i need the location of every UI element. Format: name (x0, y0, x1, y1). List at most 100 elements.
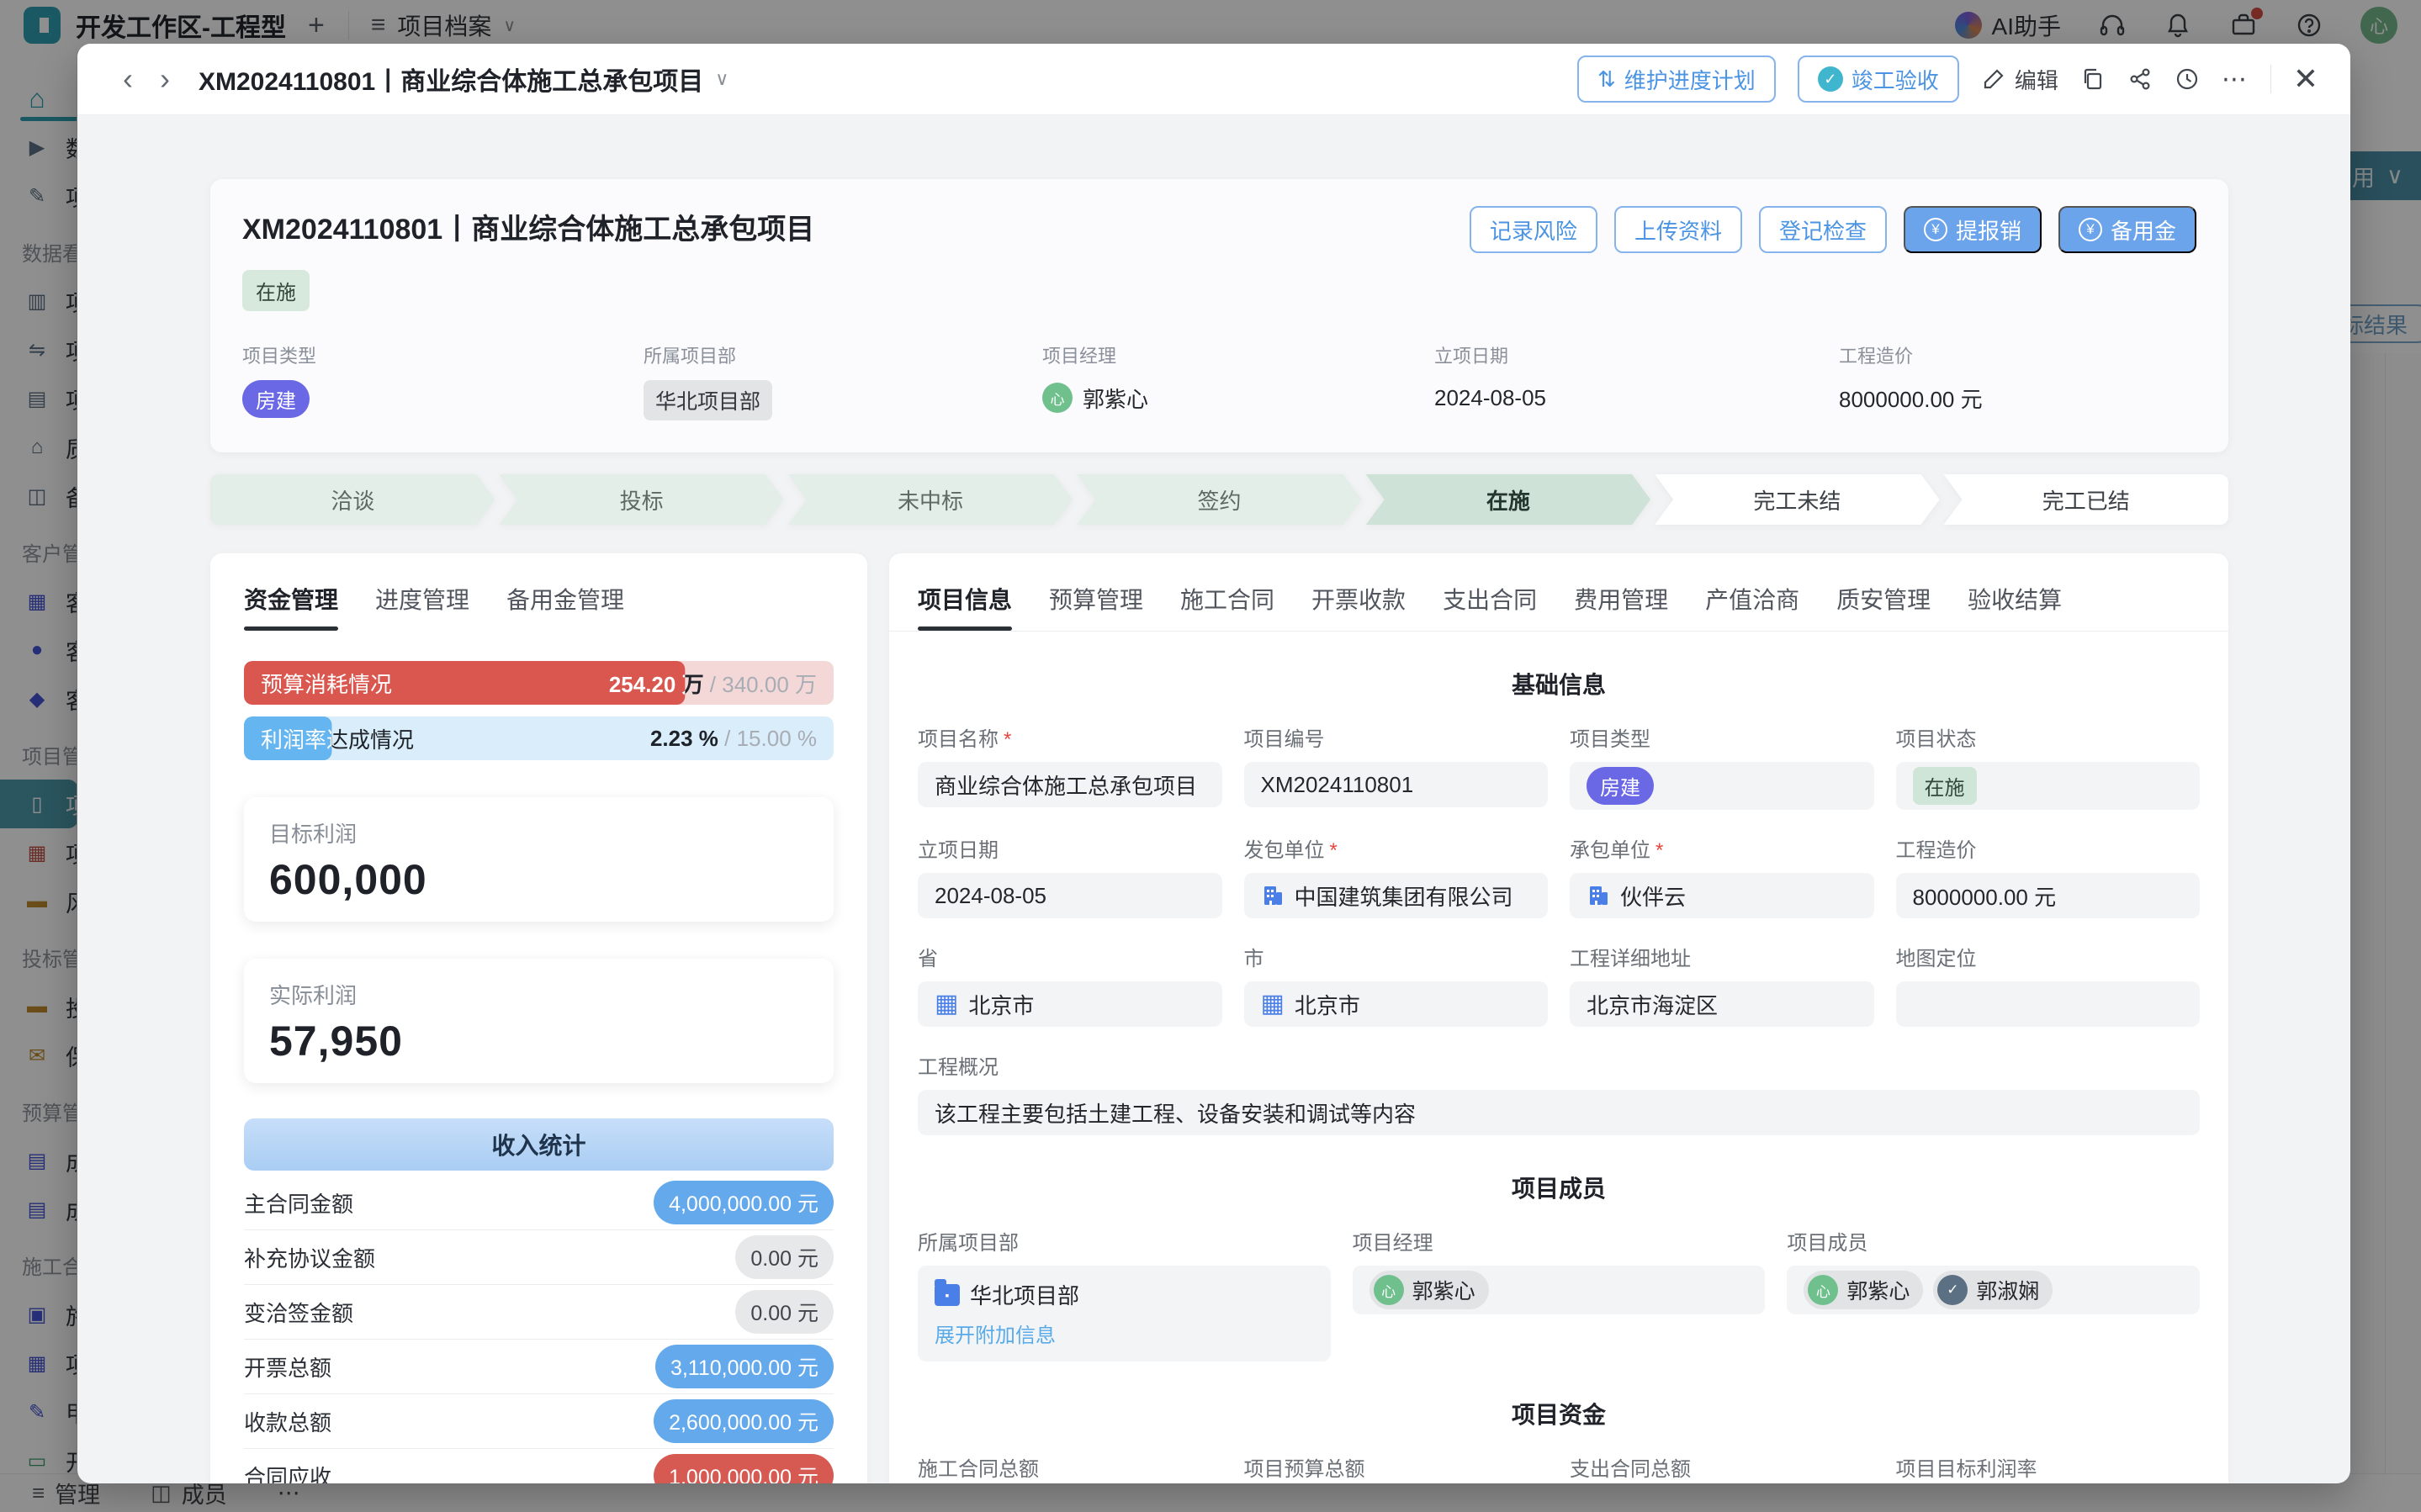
income-label: 收款总额 (244, 1406, 331, 1437)
income-value-badge: 3,110,000.00 元 (655, 1345, 834, 1388)
actual-profit-card: 实际利润 57,950 (244, 959, 834, 1083)
field-立项日期: 立项日期 2024-08-05 (918, 833, 1222, 918)
stage-4[interactable]: 签约 (1077, 474, 1361, 525)
more-actions-button[interactable]: ⋯ (2222, 65, 2249, 94)
stage-2[interactable]: 投标 (499, 474, 783, 525)
copy-button[interactable] (2080, 66, 2106, 92)
section-title-members: 项目成员 (918, 1171, 2200, 1204)
field-项目类型: 项目类型房建 (1570, 722, 1874, 810)
tab-备用金管理[interactable]: 备用金管理 (506, 582, 624, 631)
summary-field: 立项日期 2024-08-05 (1434, 341, 1839, 420)
field-input[interactable]: 伙伴云 (1570, 873, 1874, 918)
header-divider (2270, 65, 2271, 93)
field-input[interactable]: ▦北京市 (1244, 981, 1549, 1027)
next-record-button[interactable]: › (146, 61, 183, 97)
field-label: 立项日期 (1434, 341, 1839, 368)
income-value-badge: 4,000,000.00 元 (654, 1181, 834, 1224)
tab-费用管理[interactable]: 费用管理 (1574, 582, 1668, 631)
department-input[interactable]: 华北项目部 展开附加信息 (918, 1266, 1331, 1361)
field-input[interactable]: 2024-08-05 (918, 873, 1222, 918)
field-项目状态: 项目状态在施 (1896, 722, 2201, 810)
field-label: 支出合同总额 (1570, 1452, 1874, 1482)
income-statistics-button[interactable]: 收入统计 (244, 1118, 834, 1171)
button-label: 备用金 (2111, 214, 2176, 246)
field-input[interactable]: ▦北京市 (918, 981, 1222, 1027)
history-button[interactable] (2175, 66, 2200, 92)
prev-record-button[interactable]: ‹ (109, 61, 146, 97)
income-row: 变洽签金额0.00 元 (244, 1285, 834, 1340)
field-input[interactable]: XM2024110801 (1244, 762, 1549, 807)
share-button[interactable] (2127, 66, 2153, 92)
required-asterisk: * (1655, 839, 1663, 862)
edit-button[interactable]: 编辑 (1981, 64, 2058, 95)
maintain-schedule-button[interactable]: ⇅ 维护进度计划 (1577, 56, 1776, 103)
stage-pipeline: 洽谈投标未中标签约在施完工未结完工已结 (210, 474, 2228, 525)
tab-施工合同[interactable]: 施工合同 (1180, 582, 1274, 631)
tab-开票收款[interactable]: 开票收款 (1311, 582, 1406, 631)
project-title: XM2024110801丨商业综合体施工总承包项目 (242, 206, 814, 247)
tab-项目信息[interactable]: 项目信息 (918, 582, 1012, 631)
summary-field: 项目经理心郭紫心 (1042, 341, 1434, 420)
card-primary-button[interactable]: ¥提报销 (1904, 206, 2042, 253)
field-input[interactable] (1896, 981, 2201, 1027)
button-label: 上传资料 (1634, 214, 1722, 246)
person-name: 郭紫心 (1083, 383, 1148, 414)
close-icon[interactable]: ✕ (2293, 61, 2318, 97)
stage-1[interactable]: 洽谈 (210, 474, 495, 525)
field-input[interactable]: 商业综合体施工总承包项目 (918, 762, 1222, 807)
chevron-down-icon[interactable]: ∨ (715, 68, 728, 90)
card-action-button[interactable]: 上传资料 (1614, 206, 1742, 253)
budget-consumption-bar: 预算消耗情况 254.20 万 / 340.00 万 预算消耗情况 254.20… (244, 661, 834, 705)
copy-icon (2080, 66, 2106, 92)
field-承包单位: 承包单位*伙伴云 (1570, 833, 1874, 918)
field-input[interactable]: 8000000.00 元 (1896, 873, 2201, 918)
target-profit-card: 目标利润 600,000 (244, 797, 834, 922)
stage-7[interactable]: 完工已结 (1944, 474, 2228, 525)
finance-panel: 资金管理进度管理备用金管理 预算消耗情况 254.20 万 / 340.00 万… (210, 553, 867, 1483)
completion-acceptance-button[interactable]: ✓ 竣工验收 (1798, 56, 1959, 103)
income-row: 合同应收1,000,000.00 元 (244, 1449, 834, 1483)
card-action-button[interactable]: 登记检查 (1759, 206, 1887, 253)
field-text: 伙伴云 (1620, 880, 1686, 912)
field-input[interactable]: 在施 (1896, 762, 2201, 810)
fund-field: 项目目标利润率15.00% (1896, 1452, 2201, 1483)
income-row: 补充协议金额0.00 元 (244, 1230, 834, 1285)
button-label: 提报销 (1956, 214, 2021, 246)
building-icon (1587, 884, 1610, 907)
field-input[interactable]: 房建 (1570, 762, 1874, 810)
field-input[interactable]: 中国建筑集团有限公司 (1244, 873, 1549, 918)
manager-input[interactable]: 心 郭紫心 (1353, 1266, 1766, 1314)
member-pill: 心郭紫心 (1804, 1271, 1923, 1309)
tab-支出合同[interactable]: 支出合同 (1443, 582, 1537, 631)
tab-产值洽商[interactable]: 产值洽商 (1705, 582, 1799, 631)
field-市: 市▦北京市 (1244, 942, 1549, 1027)
avatar: 心 (1042, 383, 1073, 413)
field-value: 8000000.00 元 (1839, 380, 2196, 415)
button-label: 登记检查 (1779, 214, 1867, 246)
section-title-funds: 项目资金 (918, 1397, 2200, 1430)
field-label: 施工合同总额 (918, 1452, 1222, 1482)
avatar: 心 (1808, 1275, 1838, 1305)
card-action-button[interactable]: 记录风险 (1470, 206, 1597, 253)
modal-title: XM2024110801丨商业综合体施工总承包项目 (199, 61, 703, 98)
tab-质安管理[interactable]: 质安管理 (1836, 582, 1931, 631)
project-info-panel: 项目信息预算管理施工合同开票收款支出合同费用管理产值洽商质安管理验收结算 基础信… (889, 553, 2228, 1483)
field-label: 立项日期 (918, 833, 1222, 863)
field-发包单位: 发包单位*中国建筑集团有限公司 (1244, 833, 1549, 918)
type-badge: 房建 (1587, 767, 1654, 805)
tab-验收结算[interactable]: 验收结算 (1968, 582, 2062, 631)
card-primary-button[interactable]: ¥备用金 (2058, 206, 2196, 253)
tab-预算管理[interactable]: 预算管理 (1049, 582, 1143, 631)
overview-input[interactable]: 该工程主要包括土建工程、设备安装和调试等内容 (918, 1090, 2200, 1135)
stage-6[interactable]: 完工未结 (1655, 474, 1939, 525)
tab-进度管理[interactable]: 进度管理 (375, 582, 469, 631)
department-icon (935, 1284, 960, 1306)
stage-3[interactable]: 未中标 (788, 474, 1073, 525)
members-input[interactable]: 心郭紫心✓郭淑娴 (1787, 1266, 2200, 1314)
expand-extra-info-link[interactable]: 展开附加信息 (935, 1319, 1056, 1348)
stage-5[interactable]: 在施 (1366, 474, 1650, 525)
field-input[interactable]: 北京市海淀区 (1570, 981, 1874, 1027)
field-value: 2024-08-05 (1434, 380, 1839, 415)
region-grid-icon: ▦ (935, 991, 958, 1017)
tab-资金管理[interactable]: 资金管理 (244, 582, 338, 631)
